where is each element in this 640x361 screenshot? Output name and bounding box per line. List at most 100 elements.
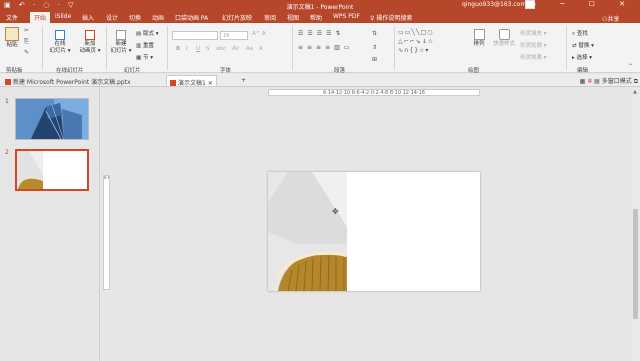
shape-effects-button[interactable]: 形状效果 ▾ <box>520 53 547 61</box>
scroll-up-icon[interactable]: ▲ <box>633 89 637 95</box>
group-divider <box>167 26 168 70</box>
slide-number: 2 <box>5 149 9 156</box>
settings-icon[interactable]: ✲ <box>587 78 592 85</box>
online-slides-icon <box>55 30 65 40</box>
tab-islide[interactable]: iSlide <box>55 13 71 20</box>
cut-icon[interactable]: ✂ <box>24 27 29 34</box>
svg-text:✥: ✥ <box>332 207 339 216</box>
ribbon-tabs: 文件 开始 iSlide 插入 设计 切换 动画 口袋动画 PA 幻灯片放映 审… <box>0 11 640 23</box>
shape-fill-button[interactable]: 形状填充 ▾ <box>520 29 547 37</box>
vertical-scrollbar[interactable]: ▲ <box>631 87 640 361</box>
doctab-pptx[interactable]: 新建 Microsoft PowerPoint 演示文稿.pptx <box>2 75 134 86</box>
scrollbar-thumb[interactable] <box>633 209 638 319</box>
slide-thumbnail-2[interactable] <box>15 149 89 191</box>
quick-styles-button[interactable]: 快速样式 <box>490 29 518 48</box>
reset-icon: ▥ <box>136 43 143 49</box>
tab-animations[interactable]: 动画 <box>152 13 164 22</box>
arrange-icon <box>473 29 485 40</box>
vertical-ruler: 8·6·4·2·0·2·4·6·8 <box>103 175 110 290</box>
smartart-icon[interactable]: ⊞ <box>372 56 377 63</box>
close-icon[interactable]: ✕ <box>208 80 213 87</box>
doctab-presentation1[interactable]: 演示文稿1 ✕ <box>166 75 217 87</box>
quick-styles-icon <box>498 29 510 40</box>
collapse-ribbon-icon[interactable]: ⌃ <box>628 63 633 70</box>
format-painter-icon[interactable]: ✎ <box>24 49 29 56</box>
shape-outline-button[interactable]: 形状轮廓 ▾ <box>520 41 547 49</box>
powerpoint-window: ▣ ↶ · ◌ · ▽ 演示文稿1 - PowerPoint qinguo933… <box>0 0 640 361</box>
char-spacing-button[interactable]: AV <box>232 46 239 52</box>
paste-button[interactable]: 粘贴 <box>3 27 21 49</box>
tab-review[interactable]: 审阅 <box>264 13 276 22</box>
bold-button[interactable]: B <box>176 46 180 52</box>
select-button[interactable]: ▸ 选择 ▾ <box>572 53 592 61</box>
font-color-button[interactable]: A <box>259 46 263 52</box>
tab-transitions[interactable]: 切换 <box>129 13 141 22</box>
tell-me-search[interactable]: ♀ 操作说明搜索 <box>370 13 412 22</box>
multi-window-mode-button[interactable]: 多窗口模式 <box>602 78 632 85</box>
arrange-button[interactable]: 排列 <box>470 29 488 48</box>
group-divider <box>566 26 567 70</box>
shapes-gallery[interactable]: ▭▭╲╲□○ △⌐⌐↘↓☆ ∿∩{}☆▾ <box>398 28 466 58</box>
group-editing-label: 编辑 <box>577 68 589 74</box>
grow-font-button[interactable]: A^ <box>252 31 260 37</box>
find-button[interactable]: ⌕ 查找 <box>572 29 588 38</box>
copy-icon[interactable]: ⎘ <box>24 38 29 46</box>
new-doctab-button[interactable]: + <box>238 75 249 86</box>
list-buttons-icon[interactable]: ☰☰☰☰⇅ <box>298 30 345 37</box>
building-image <box>16 99 88 139</box>
tab-insert[interactable]: 插入 <box>82 13 94 22</box>
online-slides-button[interactable]: 在线 幻灯片 ▾ <box>47 30 73 55</box>
replace-button[interactable]: ⇄ 替换 ▾ <box>572 41 594 49</box>
shrink-font-button[interactable]: A <box>262 31 266 37</box>
tab-help[interactable]: 帮助 <box>310 13 322 22</box>
section-button[interactable]: ▦ 节 ▾ <box>136 53 153 61</box>
powerpoint-icon <box>5 79 11 85</box>
tab-design[interactable]: 设计 <box>106 13 118 22</box>
tab-wps-pdf[interactable]: WPS PDF <box>333 13 360 20</box>
text-direction-icon[interactable]: ⇅ <box>372 30 377 37</box>
slide-thumbnail-1[interactable] <box>15 98 89 140</box>
layout-icon: ▤ <box>136 31 143 37</box>
tab-file[interactable]: 文件 <box>6 13 18 22</box>
share-button[interactable]: ⚇共享 <box>602 14 619 23</box>
font-size-combo[interactable]: 18 <box>220 31 248 40</box>
tab-slideshow[interactable]: 幻灯片放映 <box>222 13 252 22</box>
strikethrough-button[interactable]: S <box>206 46 210 52</box>
reset-button[interactable]: ▥ 重置 <box>136 41 154 49</box>
tab-pocket-animation[interactable]: 口袋动画 PA <box>175 13 208 22</box>
shadow-button[interactable]: abc <box>216 46 226 52</box>
underline-button[interactable]: U <box>196 46 200 52</box>
font-name-combo[interactable] <box>172 31 218 40</box>
align-text-icon[interactable]: ⇕ <box>372 44 377 51</box>
window-controls[interactable]: ▭ ─ ☐ ✕ <box>529 0 636 8</box>
section-icon: ▦ <box>136 55 143 61</box>
group-slides-label: 幻灯片 <box>124 68 141 74</box>
align-buttons-icon[interactable]: ≡≡≡≡▥▭ <box>298 44 353 51</box>
multi-window-icon: ▤ <box>594 78 600 85</box>
tab-home[interactable]: 开始 <box>30 12 51 23</box>
new-slide-button[interactable]: 新建 幻灯片 ▾ <box>109 30 133 55</box>
group-divider <box>394 26 395 70</box>
restore-icon[interactable]: ⧉ <box>634 78 638 85</box>
window-mode-controls: ▦ ✲ ▤ 多窗口模式 ⧉ <box>580 76 638 86</box>
new-animation-page-button[interactable]: 新加 动画页 ▾ <box>77 30 103 55</box>
group-clipboard-label: 剪贴板 <box>6 68 23 74</box>
change-case-button[interactable]: Aa <box>246 46 253 52</box>
gold-building-image <box>17 151 87 189</box>
account-name[interactable]: qinguo933@163.com <box>462 1 526 8</box>
slide-thumbnail-panel: 1 2 <box>0 87 100 361</box>
slide-image: ✥ <box>268 172 480 291</box>
animation-page-icon <box>85 30 95 40</box>
group-online-slides-label: 在线幻灯片 <box>56 68 84 74</box>
document-tabs: 新建 Microsoft PowerPoint 演示文稿.pptx 演示文稿1 … <box>0 74 640 87</box>
layout-button[interactable]: ▤ 版式 ▾ <box>136 29 158 37</box>
title-bar: ▣ ↶ · ◌ · ▽ 演示文稿1 - PowerPoint qinguo933… <box>0 0 640 11</box>
layout-grid-icon[interactable]: ▦ <box>580 78 586 85</box>
italic-button[interactable]: I <box>186 46 188 52</box>
horizontal-ruler: 6·14·12·10·8·6·4·2·0·2·4·6·8·10·12·14·16 <box>268 89 480 96</box>
slide-canvas[interactable]: ✥ <box>268 172 480 291</box>
ribbon: 粘贴 ✂ ⎘ ✎ 剪贴板 在线 幻灯片 ▾ 新加 动画页 ▾ 在线幻灯片 新建 幻灯片… <box>0 23 640 74</box>
tab-view[interactable]: 视图 <box>287 13 299 22</box>
powerpoint-icon <box>170 80 176 86</box>
group-drawing-label: 绘图 <box>468 68 480 74</box>
